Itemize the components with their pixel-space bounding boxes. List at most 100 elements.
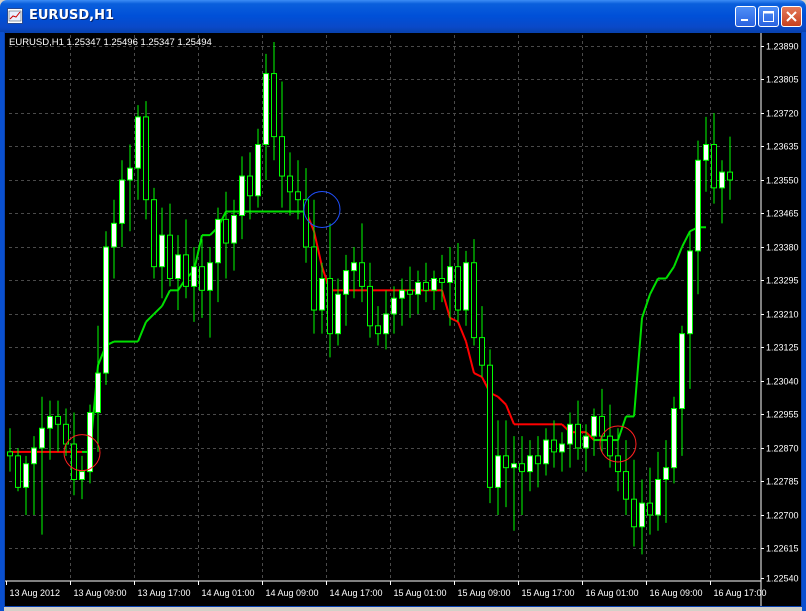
candle-body bbox=[15, 455, 21, 488]
candle-body bbox=[295, 191, 301, 201]
candle bbox=[399, 278, 405, 326]
price-tick-label: 1.23805 bbox=[766, 75, 799, 85]
price-tick-label: 1.22870 bbox=[766, 444, 799, 454]
candle-body bbox=[711, 144, 717, 189]
candle bbox=[375, 306, 381, 346]
candle-body bbox=[687, 250, 693, 335]
candle-body bbox=[319, 278, 325, 311]
chart-window: EURUSD,H1 1.23890 1.23805 1.23720 1.23635 1.… bbox=[0, 0, 806, 611]
candle-body bbox=[423, 281, 429, 291]
candle-body bbox=[407, 289, 413, 295]
candle bbox=[103, 231, 109, 385]
candle bbox=[367, 262, 373, 338]
indicator-segment bbox=[153, 305, 163, 315]
candle-body bbox=[47, 415, 53, 429]
candle bbox=[175, 235, 181, 311]
price-chart[interactable]: 1.23890 1.23805 1.23720 1.23635 1.23550 1.234… bbox=[5, 33, 801, 606]
candle bbox=[407, 266, 413, 318]
price-tick-label: 1.22955 bbox=[766, 410, 799, 420]
candle-body bbox=[247, 175, 253, 197]
candle bbox=[335, 278, 341, 346]
candle-body bbox=[351, 262, 357, 272]
time-tick-label: 13 Aug 2012 bbox=[10, 588, 61, 598]
candle bbox=[303, 168, 309, 263]
candle-body bbox=[159, 234, 165, 268]
candle-body bbox=[439, 278, 445, 283]
candle-body bbox=[255, 144, 261, 197]
candle bbox=[687, 231, 693, 389]
candle-body bbox=[639, 502, 645, 528]
candle-body bbox=[495, 455, 501, 488]
candle bbox=[431, 270, 437, 311]
close-button[interactable] bbox=[781, 6, 802, 27]
candle bbox=[183, 219, 189, 299]
candle-body bbox=[375, 325, 381, 335]
time-tick-label: 16 Aug 09:00 bbox=[650, 588, 703, 598]
indicator-segment bbox=[665, 266, 675, 280]
candle bbox=[7, 428, 13, 472]
candle-body bbox=[239, 175, 245, 216]
candle-body bbox=[463, 262, 469, 311]
price-tick-label: 1.23890 bbox=[766, 42, 799, 52]
time-tick-label: 16 Aug 01:00 bbox=[586, 588, 639, 598]
candle bbox=[671, 396, 677, 484]
candle-body bbox=[143, 116, 149, 201]
price-tick-label: 1.22615 bbox=[766, 544, 799, 554]
candle-body bbox=[271, 73, 277, 138]
candle-body bbox=[679, 333, 685, 410]
candle-body bbox=[431, 278, 437, 291]
candle bbox=[343, 254, 349, 326]
time-tick-label: 15 Aug 09:00 bbox=[458, 588, 511, 598]
window-title: EURUSD,H1 bbox=[29, 8, 115, 23]
candle bbox=[423, 262, 429, 303]
minimize-button[interactable] bbox=[735, 6, 756, 27]
candle bbox=[215, 207, 221, 303]
indicator-segment bbox=[633, 317, 643, 417]
price-tick-label: 1.22785 bbox=[766, 477, 799, 487]
candle bbox=[415, 270, 421, 314]
candle bbox=[71, 412, 77, 496]
blue-circle-marker bbox=[303, 191, 341, 229]
candle bbox=[271, 42, 277, 161]
candle-body bbox=[455, 266, 461, 311]
candle-body bbox=[487, 364, 493, 488]
candle-body bbox=[287, 175, 293, 193]
candle-body bbox=[511, 463, 517, 469]
candle bbox=[559, 432, 565, 472]
time-tick-label: 14 Aug 09:00 bbox=[266, 588, 319, 598]
candle-body bbox=[71, 443, 77, 480]
time-tick-label: 15 Aug 01:00 bbox=[394, 588, 447, 598]
candle bbox=[79, 455, 85, 500]
candle bbox=[255, 128, 261, 208]
candle bbox=[623, 440, 629, 515]
maximize-button[interactable] bbox=[758, 6, 779, 27]
candle bbox=[311, 199, 317, 334]
candle bbox=[695, 140, 701, 295]
candle bbox=[711, 112, 717, 204]
candle-body bbox=[703, 144, 709, 161]
candle-body bbox=[367, 285, 373, 327]
chart-window-icon[interactable] bbox=[7, 8, 23, 24]
candle bbox=[15, 447, 21, 492]
candle-body bbox=[39, 427, 45, 449]
price-tick-label: 1.23635 bbox=[766, 142, 799, 152]
candle-body bbox=[471, 262, 477, 339]
candle bbox=[231, 199, 237, 271]
candle bbox=[207, 246, 213, 338]
candle bbox=[391, 286, 397, 334]
price-tick-label: 1.23720 bbox=[766, 109, 799, 119]
candle bbox=[111, 199, 117, 279]
candle-body bbox=[479, 337, 485, 366]
candle-body bbox=[647, 502, 653, 516]
title-bar[interactable]: EURUSD,H1 bbox=[0, 0, 806, 32]
maximize-icon bbox=[763, 11, 774, 22]
candle-body bbox=[623, 471, 629, 500]
candle bbox=[151, 187, 157, 279]
candle bbox=[567, 412, 573, 468]
candle-body bbox=[231, 214, 237, 244]
candle-body bbox=[151, 199, 157, 268]
candle-body bbox=[575, 423, 581, 449]
candle bbox=[479, 306, 485, 378]
candle-body bbox=[719, 171, 725, 189]
candle-body bbox=[415, 281, 421, 295]
